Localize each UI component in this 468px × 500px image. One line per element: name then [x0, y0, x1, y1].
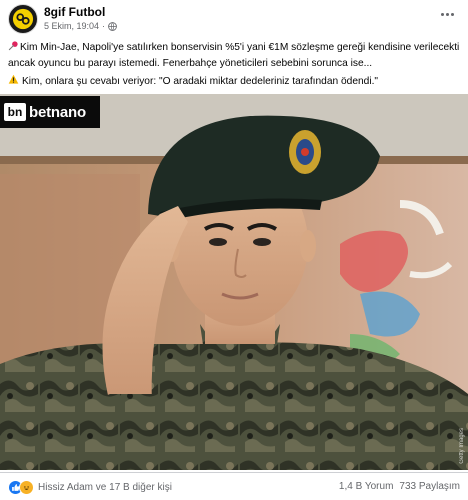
brand-name: betnano	[29, 103, 86, 121]
laughing-face-icon	[24, 486, 29, 491]
more-options-button[interactable]	[436, 6, 458, 22]
more-dot	[445, 12, 449, 16]
page-avatar[interactable]	[8, 4, 38, 34]
more-dot	[450, 12, 454, 16]
photo-credit: Getty Images	[459, 428, 465, 464]
engagement-stats: 1,4 B Yorum 733 Paylaşım	[339, 481, 460, 492]
reactors-text[interactable]: Hissiz Adam ve 17 B diğer kişi	[38, 482, 172, 493]
caption-text-2: Kim, onlara şu cevabı veriyor: "O aradak…	[22, 76, 379, 87]
page-logo-icon	[12, 8, 34, 30]
caption-paragraph-1: Kim Min-Jae, Napoli'ye satılırken bonser…	[8, 40, 460, 71]
page-name[interactable]: 8gif Futbol	[44, 5, 105, 19]
post-date[interactable]: 5 Ekim, 19:04	[44, 21, 99, 31]
pushpin-icon	[8, 41, 18, 51]
caption-text-1: Kim Min-Jae, Napoli'ye satılırken bonser…	[8, 42, 460, 69]
comments-count[interactable]: 1,4 B Yorum	[339, 481, 393, 492]
shares-count[interactable]: 733 Paylaşım	[399, 481, 460, 492]
globe-icon	[108, 21, 117, 31]
brand-watermark: bn betnano	[0, 96, 100, 128]
meta-separator: ·	[102, 21, 106, 31]
post-header: 8gif Futbol 5 Ekim, 19:04 ·	[0, 0, 468, 42]
post-footer: Hissiz Adam ve 17 B diğer kişi 1,4 B Yor…	[0, 472, 468, 500]
haha-reaction-icon	[19, 480, 34, 495]
soldier-salute-photo	[0, 94, 468, 470]
caption-paragraph-2: Kim, onlara şu cevabı veriyor: "O aradak…	[8, 74, 460, 90]
warning-icon	[8, 74, 19, 84]
more-dot	[440, 12, 444, 16]
brand-logo-icon: bn	[4, 103, 26, 121]
post-image[interactable]: bn betnano Getty Images	[0, 94, 468, 470]
reactions-summary[interactable]: Hissiz Adam ve 17 B diğer kişi	[8, 480, 172, 495]
post-caption: Kim Min-Jae, Napoli'ye satılırken bonser…	[8, 40, 460, 90]
post-meta: 5 Ekim, 19:04 ·	[44, 21, 117, 31]
